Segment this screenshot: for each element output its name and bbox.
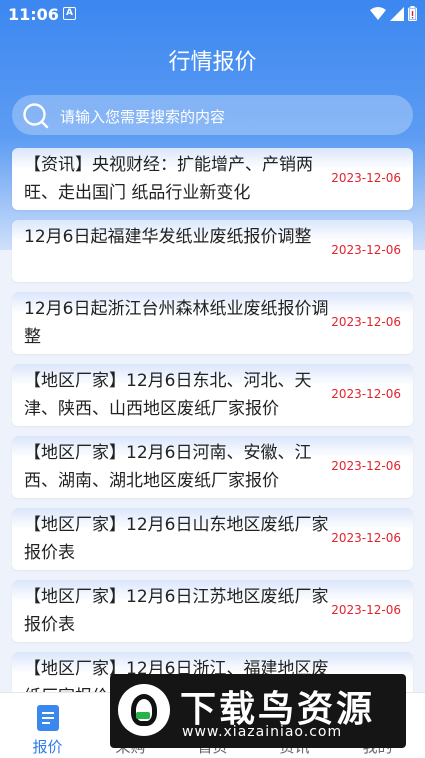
news-title: 【地区厂家】12月6日江苏地区废纸厂家报价表 [24,587,329,635]
news-title: 【地区厂家】12月6日山东地区废纸厂家报价表 [24,515,329,563]
bird-logo-icon [118,684,170,736]
news-date: 2023-12-06 [331,459,401,473]
search-icon [23,103,49,129]
news-date: 2023-12-06 [331,315,401,329]
news-date: 2023-12-06 [331,603,401,617]
document-icon [37,705,59,731]
news-title: 12月6日起浙江台州森林纸业废纸报价调整 [24,299,329,347]
status-icons [370,6,417,21]
search-input[interactable]: 请输入您需要搜索的内容 [60,106,225,127]
news-date: 2023-12-06 [331,171,401,185]
news-item[interactable]: 【地区厂家】12月6日江苏地区废纸厂家报价表 2023-12-06 [12,580,413,642]
battery-icon [408,6,417,21]
page-title: 行情报价 [168,50,257,75]
news-title: 【地区厂家】12月6日东北、河北、天津、陕西、山西地区废纸厂家报价 [24,371,312,419]
watermark-url: www.xiazainiao.com [182,724,343,740]
tab-quote[interactable]: 报价 [5,693,90,758]
news-item[interactable]: 【地区厂家】12月6日东北、河北、天津、陕西、山西地区废纸厂家报价 2023-1… [12,364,413,426]
news-date: 2023-12-06 [331,531,401,545]
news-item[interactable]: 【地区厂家】12月6日山东地区废纸厂家报价表 2023-12-06 [12,508,413,570]
wifi-icon [370,6,386,20]
notification-icon: A [63,7,76,20]
signal-icon [390,6,404,21]
status-bar: 11:06 A [0,0,425,30]
watermark-banner: 下载鸟资源 www.xiazainiao.com [110,674,406,748]
news-item[interactable]: 【地区厂家】12月6日河南、安徽、江西、湖南、湖北地区废纸厂家报价 2023-1… [12,436,413,498]
news-item[interactable]: 12月6日起浙江台州森林纸业废纸报价调整 2023-12-06 [12,292,413,354]
news-date: 2023-12-06 [331,243,401,257]
news-date: 2023-12-06 [331,387,401,401]
tab-label: 报价 [32,738,63,756]
search-bar[interactable]: 请输入您需要搜索的内容 [12,95,413,135]
status-time: 11:06 [8,5,59,24]
news-title: 12月6日起福建华发纸业废纸报价调整 [24,227,312,247]
news-item[interactable]: 【资讯】央视财经：扩能增产、产销两旺、走出国门 纸品行业新变化 2023-12-… [12,148,413,210]
news-item[interactable]: 12月6日起福建华发纸业废纸报价调整 2023-12-06 [12,220,413,282]
news-title: 【资讯】央视财经：扩能增产、产销两旺、走出国门 纸品行业新变化 [24,155,313,203]
news-title: 【地区厂家】12月6日河南、安徽、江西、湖南、湖北地区废纸厂家报价 [24,443,312,491]
